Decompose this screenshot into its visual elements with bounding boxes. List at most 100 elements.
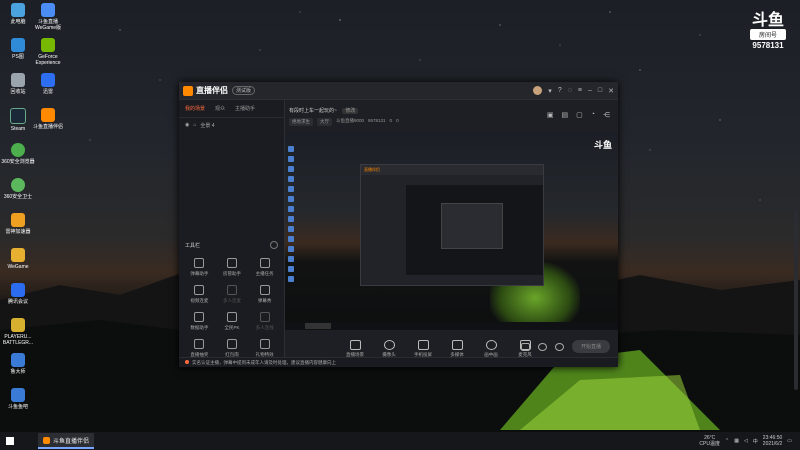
gift-box-icon[interactable]: ▣ [547,111,554,119]
tool-room-admin[interactable]: 房管助手 [216,258,249,277]
control-live-scene[interactable]: 直播场景 [343,340,367,358]
tools-title: 工具栏 [185,243,201,249]
danmu-icon [194,258,205,268]
shop-icon[interactable]: ▤ [562,111,569,119]
start-stream-button[interactable]: 开始直播 [571,340,610,353]
category-chip[interactable]: 绝地求生 [289,118,313,126]
douyu-app-icon [43,436,50,444]
notice-dot-icon [185,360,189,364]
message-icon[interactable]: ▢ [576,111,583,119]
scene-bar: ◉ ⌂ 全景 4 [179,118,284,133]
lottery-icon [194,339,205,349]
tool-multi-link[interactable]: 多人连麦 [216,285,249,304]
audio-monitor-icon[interactable] [537,342,547,351]
stream-title-row: 有段时上车一起玩的~ 修改 [289,107,359,114]
hot-count: 0 [389,118,393,123]
desktop-icon-pubg[interactable]: PLAYERU... BATTLEGR... [0,318,38,346]
tool-pk[interactable]: 全民PK [216,312,249,331]
streaming-companion-window: 直播伴侣 测试版 ▾ ? ◌ ≡ – □ ✕ 我的场景 观众 主播助手 ◉ ⌂ [179,82,618,367]
record-icon[interactable] [520,342,530,351]
notice-text: 实名认证主播，弹幕中提到未成年人请及时处理，建议直播内容健康向上 [192,360,336,365]
close-icon[interactable]: ✕ [608,87,614,95]
nested-titlebar: 直播伴侣 [361,165,543,175]
volume-icon[interactable]: ◁ [744,438,748,444]
tool-gift-effect[interactable]: 礼物特效 [248,339,281,358]
left-panel: 我的场景 观众 主播助手 ◉ ⌂ 全景 4 工具栏 弹幕助手 房管助手 主播任务… [179,100,285,367]
desktop-icon-360-browser[interactable]: 360安全浏览器 [0,143,38,165]
subcategory-chip[interactable]: 大厅 [317,118,332,126]
tab-host-assistant[interactable]: 主播助手 [235,105,255,112]
bell-icon[interactable]: ◔ [591,111,595,119]
taskbar-app-label: 斗鱼直播伴侣 [53,438,90,445]
control-pip[interactable]: 画中画 [479,340,503,358]
media-icon [451,340,463,350]
tray-up-arrow-icon[interactable]: ⌃ [725,438,729,444]
control-phone-cast[interactable]: 手机投屏 [411,340,435,358]
notification-icon[interactable]: ▭ [787,438,792,444]
eye-icon[interactable]: ◉ [185,122,189,129]
video-link-icon [194,285,205,295]
notice-bar: 实名认证主播，弹幕中提到未成年人请及时处理，建议直播内容健康向上 [179,357,618,367]
desktop-scrollbar[interactable] [794,210,798,390]
cpu-temp-widget[interactable]: 26°C CPU温度 [699,435,720,447]
stream-preview[interactable]: 斗鱼 直播伴侣 [285,132,618,330]
avatar[interactable] [533,86,543,95]
desktop-icon-geforce[interactable]: GeForce Experience [28,38,68,66]
skin-icon[interactable]: ◌ [568,87,572,94]
room-admin-icon [226,258,237,268]
desktop-icon-leishen[interactable]: 雷神加速器 [0,213,38,235]
minimize-icon[interactable]: – [588,87,592,94]
help-icon[interactable]: ? [558,87,562,94]
clock[interactable]: 23:46:50 2021/6/2 [763,435,782,447]
danmu-show-icon [259,285,270,295]
control-camera[interactable]: 摄像头 [377,340,401,358]
desktop-icon-douyu-companion[interactable]: 斗鱼直播伴侣 [28,108,68,130]
desktop-icon-360-guard[interactable]: 360安全卫士 [0,178,38,200]
maximize-icon[interactable]: □ [598,87,602,94]
taskbar-app-douyu[interactable]: 斗鱼直播伴侣 [38,433,95,449]
tab-audience[interactable]: 观众 [215,105,225,112]
preview-taskbar [285,322,618,330]
gift-icon [259,339,270,349]
desktop-icon-douyu-yuba[interactable]: 斗鱼鱼吧 [0,388,38,410]
viewer-count: 0 [396,118,399,123]
network-icon[interactable]: ▦ [734,438,739,444]
pip-icon [485,340,497,350]
stream-title: 有段时上车一起玩的~ [289,108,337,114]
scene-name[interactable]: 全景 4 [200,122,214,129]
share-icon[interactable]: ⋲ [603,111,610,119]
tool-lottery[interactable]: 直播抽奖 [183,339,216,358]
connect-icon [259,312,270,322]
windows-start-button[interactable] [0,432,20,450]
tools-grid: 弹幕助手 房管助手 主播任务 视频连麦 多人连麦 弹幕秀 数据助手 全民PK 多… [183,258,281,358]
control-media[interactable]: 多媒体 [445,340,469,358]
desktop-icon-douyu-wegame[interactable]: 斗鱼直播 WeGame版 [28,3,68,31]
desktop-icon-wegame[interactable]: WeGame [0,248,38,270]
more-tools-icon[interactable] [270,241,278,249]
tab-my-scene[interactable]: 我的场景 [185,105,205,112]
tool-data-assistant[interactable]: 数据助手 [183,312,216,331]
lock-icon[interactable]: ⌂ [193,122,196,129]
control-right-group: 开始直播 [520,340,610,353]
desktop-icon-tencent-meeting[interactable]: 腾讯会议 [0,283,38,305]
tool-multi-connect[interactable]: 多人连线 [248,312,281,331]
tool-host-task[interactable]: 主播任务 [248,258,281,277]
clock-date: 2021/6/2 [762,441,783,447]
menu-icon[interactable]: ≡ [578,87,582,94]
system-tray: 26°C CPU温度 ⌃ ▦ ◁ 中 23:46:50 2021/6/2 ▭ [699,435,800,447]
desktop-icon-xunlei[interactable]: 迅雷 [28,73,68,95]
tool-red-packet[interactable]: 红包雨 [216,339,249,358]
input-method-icon[interactable]: 中 [753,438,758,445]
settings-gear-icon[interactable] [554,342,564,351]
multi-link-icon [226,285,237,295]
chevron-down-icon[interactable]: ▾ [548,87,552,95]
edit-title-button[interactable]: 修改 [342,108,359,114]
tool-danmu-assistant[interactable]: 弹幕助手 [183,258,216,277]
tool-danmu-show[interactable]: 弹幕秀 [248,285,281,304]
titlebar-controls: ▾ ? ◌ ≡ – □ ✕ [533,86,614,95]
desktop-icon-ludashi[interactable]: 鲁大师 [0,353,38,375]
camera-icon [383,340,395,350]
cpu-temp-label: CPU温度 [699,441,720,447]
tool-video-link[interactable]: 视频连麦 [183,285,216,304]
version-badge[interactable]: 测试版 [232,86,256,95]
